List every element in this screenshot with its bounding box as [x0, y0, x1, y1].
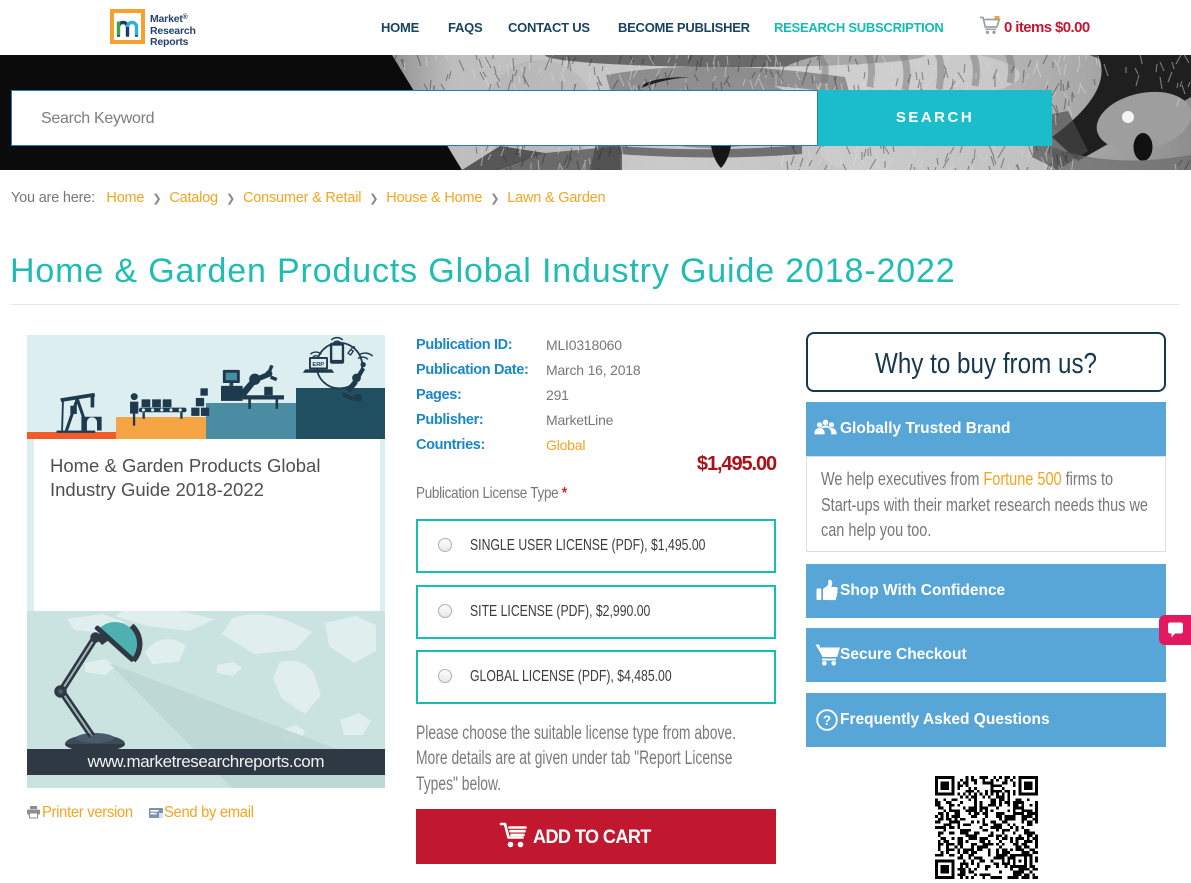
svg-text:www.marketresearchreports.com: www.marketresearchreports.com — [87, 752, 325, 771]
svg-text:Home & Garden Products Global: Home & Garden Products Global — [50, 455, 320, 476]
svg-text:?: ? — [823, 713, 831, 728]
svg-text:ERP: ERP — [312, 362, 324, 368]
svg-text:Industry Guide 2018-2022: Industry Guide 2018-2022 — [50, 479, 264, 500]
